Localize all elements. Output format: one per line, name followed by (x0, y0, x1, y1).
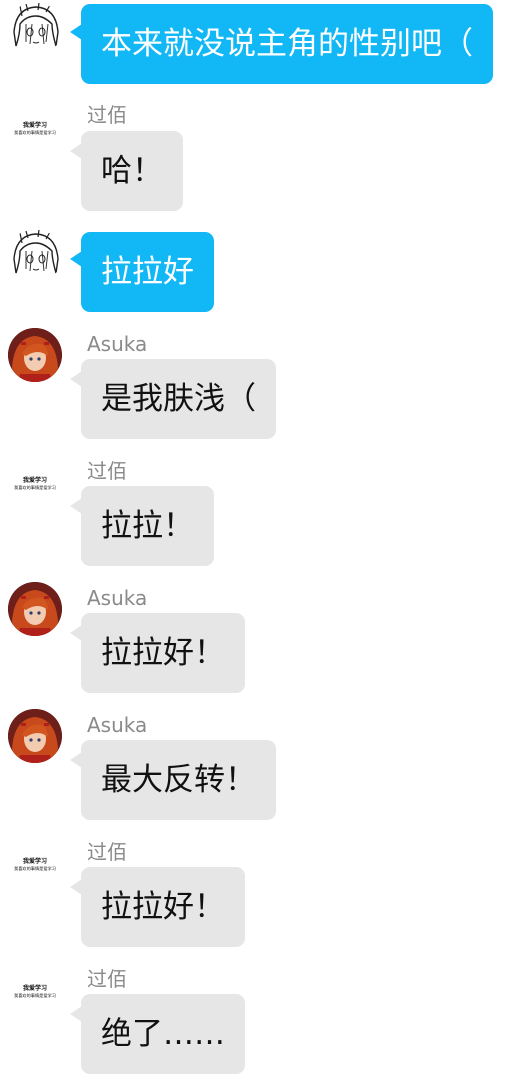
avatar-logo-title: 我爱学习 (23, 857, 47, 865)
message-bubble[interactable]: 拉拉好！ (81, 867, 245, 947)
user-avatar[interactable]: 我爱学习 我喜欢的事情是爱学习 (8, 965, 62, 1019)
user-avatar[interactable] (8, 229, 62, 283)
message-bubble[interactable]: 拉拉好 (81, 232, 214, 312)
user-avatar[interactable]: 我爱学习 我喜欢的事情是爱学习 (8, 838, 62, 892)
sender-name: 过佰 (87, 967, 127, 991)
user-avatar[interactable] (8, 2, 62, 56)
message-bubble[interactable]: 绝了…… (81, 994, 245, 1074)
sender-name: 过佰 (87, 459, 127, 483)
sender-name: 过佰 (87, 840, 127, 864)
avatar-logo-title: 我爱学习 (23, 984, 47, 992)
message-bubble[interactable]: 哈！ (81, 131, 183, 211)
text-logo-avatar-icon: 我爱学习 我喜欢的事情是爱学习 (8, 102, 62, 156)
text-logo-avatar-icon: 我爱学习 我喜欢的事情是爱学习 (8, 457, 62, 511)
asuka-avatar-icon (8, 709, 62, 763)
user-avatar[interactable] (8, 582, 62, 636)
message-bubble[interactable]: 本来就没说主角的性别吧（ (81, 4, 493, 84)
asuka-avatar-icon (8, 582, 62, 636)
sketch-girl-avatar-icon (8, 229, 62, 283)
message-bubble[interactable]: 拉拉！ (81, 486, 214, 566)
user-avatar[interactable] (8, 328, 62, 382)
avatar-logo-title: 我爱学习 (23, 121, 47, 129)
avatar-logo-subtitle: 我喜欢的事情是爱学习 (14, 865, 56, 872)
sender-name: Asuka (87, 586, 148, 610)
avatar-logo-subtitle: 我喜欢的事情是爱学习 (14, 484, 56, 491)
sender-name: Asuka (87, 332, 148, 356)
message-bubble[interactable]: 拉拉好！ (81, 613, 245, 693)
avatar-logo-subtitle: 我喜欢的事情是爱学习 (14, 992, 56, 999)
user-avatar[interactable]: 我爱学习 我喜欢的事情是爱学习 (8, 102, 62, 156)
sender-name: 过佰 (87, 103, 127, 127)
sender-name: Asuka (87, 713, 148, 737)
user-avatar[interactable] (8, 709, 62, 763)
message-bubble[interactable]: 最大反转！ (81, 740, 276, 820)
text-logo-avatar-icon: 我爱学习 我喜欢的事情是爱学习 (8, 965, 62, 1019)
message-bubble[interactable]: 是我肤浅（ (81, 359, 276, 439)
text-logo-avatar-icon: 我爱学习 我喜欢的事情是爱学习 (8, 838, 62, 892)
sketch-girl-avatar-icon (8, 2, 62, 56)
avatar-logo-subtitle: 我喜欢的事情是爱学习 (14, 129, 56, 136)
asuka-avatar-icon (8, 328, 62, 382)
avatar-logo-title: 我爱学习 (23, 476, 47, 484)
user-avatar[interactable]: 我爱学习 我喜欢的事情是爱学习 (8, 457, 62, 511)
